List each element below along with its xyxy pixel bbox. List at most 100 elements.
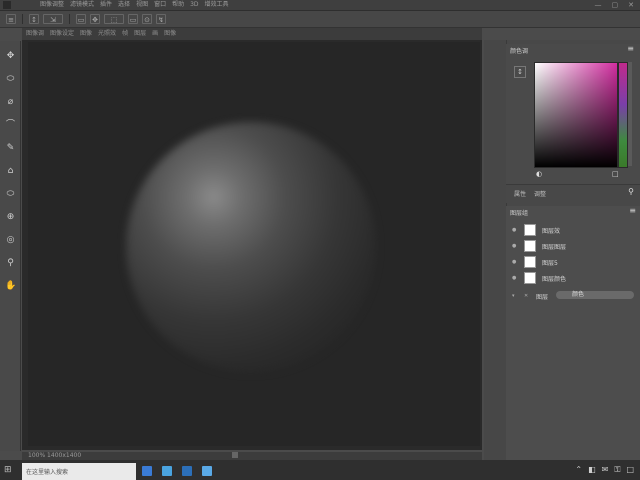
minimize-icon[interactable]: — xyxy=(595,0,602,10)
tray-icon[interactable]: ⚿ xyxy=(614,462,620,478)
align-button[interactable]: ↕ xyxy=(29,14,39,24)
panel-menu-icon[interactable]: ≡ xyxy=(627,44,634,53)
layer-row[interactable]: ● 图层5 xyxy=(506,254,640,270)
divider xyxy=(22,14,23,24)
panel-menu-icon[interactable]: ≡ xyxy=(629,206,636,215)
tab[interactable]: 图像 xyxy=(164,28,176,40)
tab[interactable]: 图层 xyxy=(134,28,146,40)
menu-item[interactable]: 图像调整 xyxy=(40,1,64,9)
transform-button[interactable]: ⇲ xyxy=(43,14,63,24)
menu-item[interactable]: 增效工具 xyxy=(205,1,229,9)
start-icon[interactable]: ⊞ xyxy=(4,465,14,475)
menu-item[interactable]: 帮助 xyxy=(172,1,184,9)
layer-mode-pill[interactable]: 颜色 xyxy=(556,291,634,299)
frame-button[interactable]: ▭ xyxy=(128,14,138,24)
tray-icon[interactable]: ◧ xyxy=(588,462,596,478)
alpha-slider[interactable] xyxy=(628,62,632,166)
layer-row[interactable]: ● 图层效 xyxy=(506,222,640,238)
taskbar-app-icon[interactable] xyxy=(202,466,212,476)
status-arrow-icon[interactable] xyxy=(232,452,238,458)
selection-button[interactable]: ▭ xyxy=(76,14,86,24)
brush-tool-icon[interactable]: ✎ xyxy=(5,143,16,154)
layer-name: 图层图层 xyxy=(542,243,567,251)
window-controls: — ▢ ✕ xyxy=(595,0,635,10)
visibility-icon[interactable]: ● xyxy=(512,227,518,233)
layer-name: 图层效 xyxy=(542,227,561,235)
crop-tool-icon[interactable]: ⌒ xyxy=(5,120,16,131)
hue-slider[interactable] xyxy=(618,62,628,168)
maximize-icon[interactable]: ▢ xyxy=(612,0,619,10)
layer-thumbnail xyxy=(524,272,536,284)
visibility-icon[interactable]: ● xyxy=(512,243,518,249)
swap-colors-icon[interactable]: ↕ xyxy=(514,66,526,78)
foreground-color-icon[interactable]: ◐ xyxy=(536,170,542,178)
layers-panel-title: 图层组 xyxy=(510,210,529,217)
search-placeholder: 在这里输入搜索 xyxy=(26,469,69,476)
lasso-tool-icon[interactable]: ⬭ xyxy=(5,74,16,85)
menu-item[interactable]: 滤镜模式 xyxy=(70,1,94,9)
move-button[interactable]: ✥ xyxy=(90,14,100,24)
marquee-button[interactable]: ⬚ xyxy=(104,14,124,24)
effect-button[interactable]: ↯ xyxy=(156,14,166,24)
link-icon[interactable]: ✕ xyxy=(524,293,530,299)
visibility-icon[interactable]: ● xyxy=(512,259,518,265)
pen-tool-icon[interactable]: ⚲ xyxy=(5,258,16,269)
layer-thumbnail xyxy=(524,256,536,268)
layer-thumbnail xyxy=(524,240,536,252)
menu-item[interactable]: 窗口 xyxy=(154,1,166,9)
eraser-tool-icon[interactable]: ⬭ xyxy=(5,189,16,200)
document-tabs: 图像调 图像设定 图像 光照效 帧 图层 画 图像 xyxy=(22,28,482,40)
menu-item[interactable]: 视图 xyxy=(136,1,148,9)
menu-item[interactable]: 3D xyxy=(190,1,198,9)
menu-item[interactable]: 插件 xyxy=(100,1,112,9)
document-canvas[interactable] xyxy=(28,42,480,446)
canvas-area xyxy=(22,40,482,450)
tray-icon[interactable]: ✉ xyxy=(602,462,609,478)
taskbar-search[interactable]: 在这里输入搜索 xyxy=(22,463,136,480)
layer-row[interactable]: ● 图层图层 xyxy=(506,238,640,254)
taskbar-app-icon[interactable] xyxy=(162,466,172,476)
close-icon[interactable]: ✕ xyxy=(628,0,634,10)
menu-items: 图像调整 滤镜模式 插件 选择 视图 窗口 帮助 3D 增效工具 xyxy=(40,1,229,9)
options-bar: ≡ ↕ ⇲ ▭ ✥ ⬚ ▭ ⊙ ↯ xyxy=(0,11,640,28)
tab[interactable]: 图像 xyxy=(80,28,92,40)
shape-tool-icon[interactable]: ◎ xyxy=(5,235,16,246)
menu-bar: 图像调整 滤镜模式 插件 选择 视图 窗口 帮助 3D 增效工具 — ▢ ✕ xyxy=(0,0,640,11)
target-button[interactable]: ⊙ xyxy=(142,14,152,24)
status-bar: 100% 1400x1400 xyxy=(22,452,482,460)
move-tool-icon[interactable]: ✥ xyxy=(5,51,16,62)
system-tray: ⌃ ◧ ✉ ⚿ □ xyxy=(575,462,634,478)
menu-item[interactable]: 选择 xyxy=(118,1,130,9)
tools-panel: ✥ ⬭ ⌀ ⌒ ✎ ⌂ ⬭ ⊕ ◎ ⚲ ✋ xyxy=(0,41,21,451)
search-icon[interactable]: ⚲ xyxy=(628,187,634,196)
tab[interactable]: 图像设定 xyxy=(50,28,74,40)
tab-properties[interactable]: 属性 xyxy=(514,189,526,198)
properties-tabs: 属性 调整 ⚲ xyxy=(506,184,640,203)
tab[interactable]: 画 xyxy=(152,28,158,40)
tab[interactable]: 帧 xyxy=(122,28,128,40)
stamp-tool-icon[interactable]: ⌂ xyxy=(5,166,16,177)
layer-name: 图层 xyxy=(536,293,549,301)
gradient-tool-icon[interactable]: ⊕ xyxy=(5,212,16,223)
tab-adjustments[interactable]: 调整 xyxy=(534,189,546,198)
quick-select-tool-icon[interactable]: ⌀ xyxy=(5,97,16,108)
layer-name: 图层5 xyxy=(542,259,558,267)
taskbar-app-icon[interactable] xyxy=(142,466,152,476)
hand-tool-icon[interactable]: ✋ xyxy=(5,281,16,292)
expand-icon[interactable]: ▾ xyxy=(512,293,518,299)
background-color-icon[interactable]: □ xyxy=(612,170,619,178)
layer-row[interactable]: ● 图层颜色 xyxy=(506,270,640,286)
layer-mode-label: 颜色 xyxy=(572,291,585,298)
tab[interactable]: 图像调 xyxy=(26,28,44,40)
color-field[interactable] xyxy=(534,62,618,168)
active-layer-row[interactable]: ▾ ✕ 图层 颜色 xyxy=(506,288,640,304)
visibility-icon[interactable]: ● xyxy=(512,275,518,281)
tray-icon[interactable]: ⌃ xyxy=(575,462,582,478)
taskbar-app-icon[interactable] xyxy=(182,466,192,476)
tool-preset-button[interactable]: ≡ xyxy=(6,14,16,24)
divider xyxy=(69,14,70,24)
rendered-sphere xyxy=(126,122,376,372)
tray-icon[interactable]: □ xyxy=(626,462,634,478)
tab[interactable]: 光照效 xyxy=(98,28,116,40)
app-logo-icon[interactable] xyxy=(3,1,11,9)
